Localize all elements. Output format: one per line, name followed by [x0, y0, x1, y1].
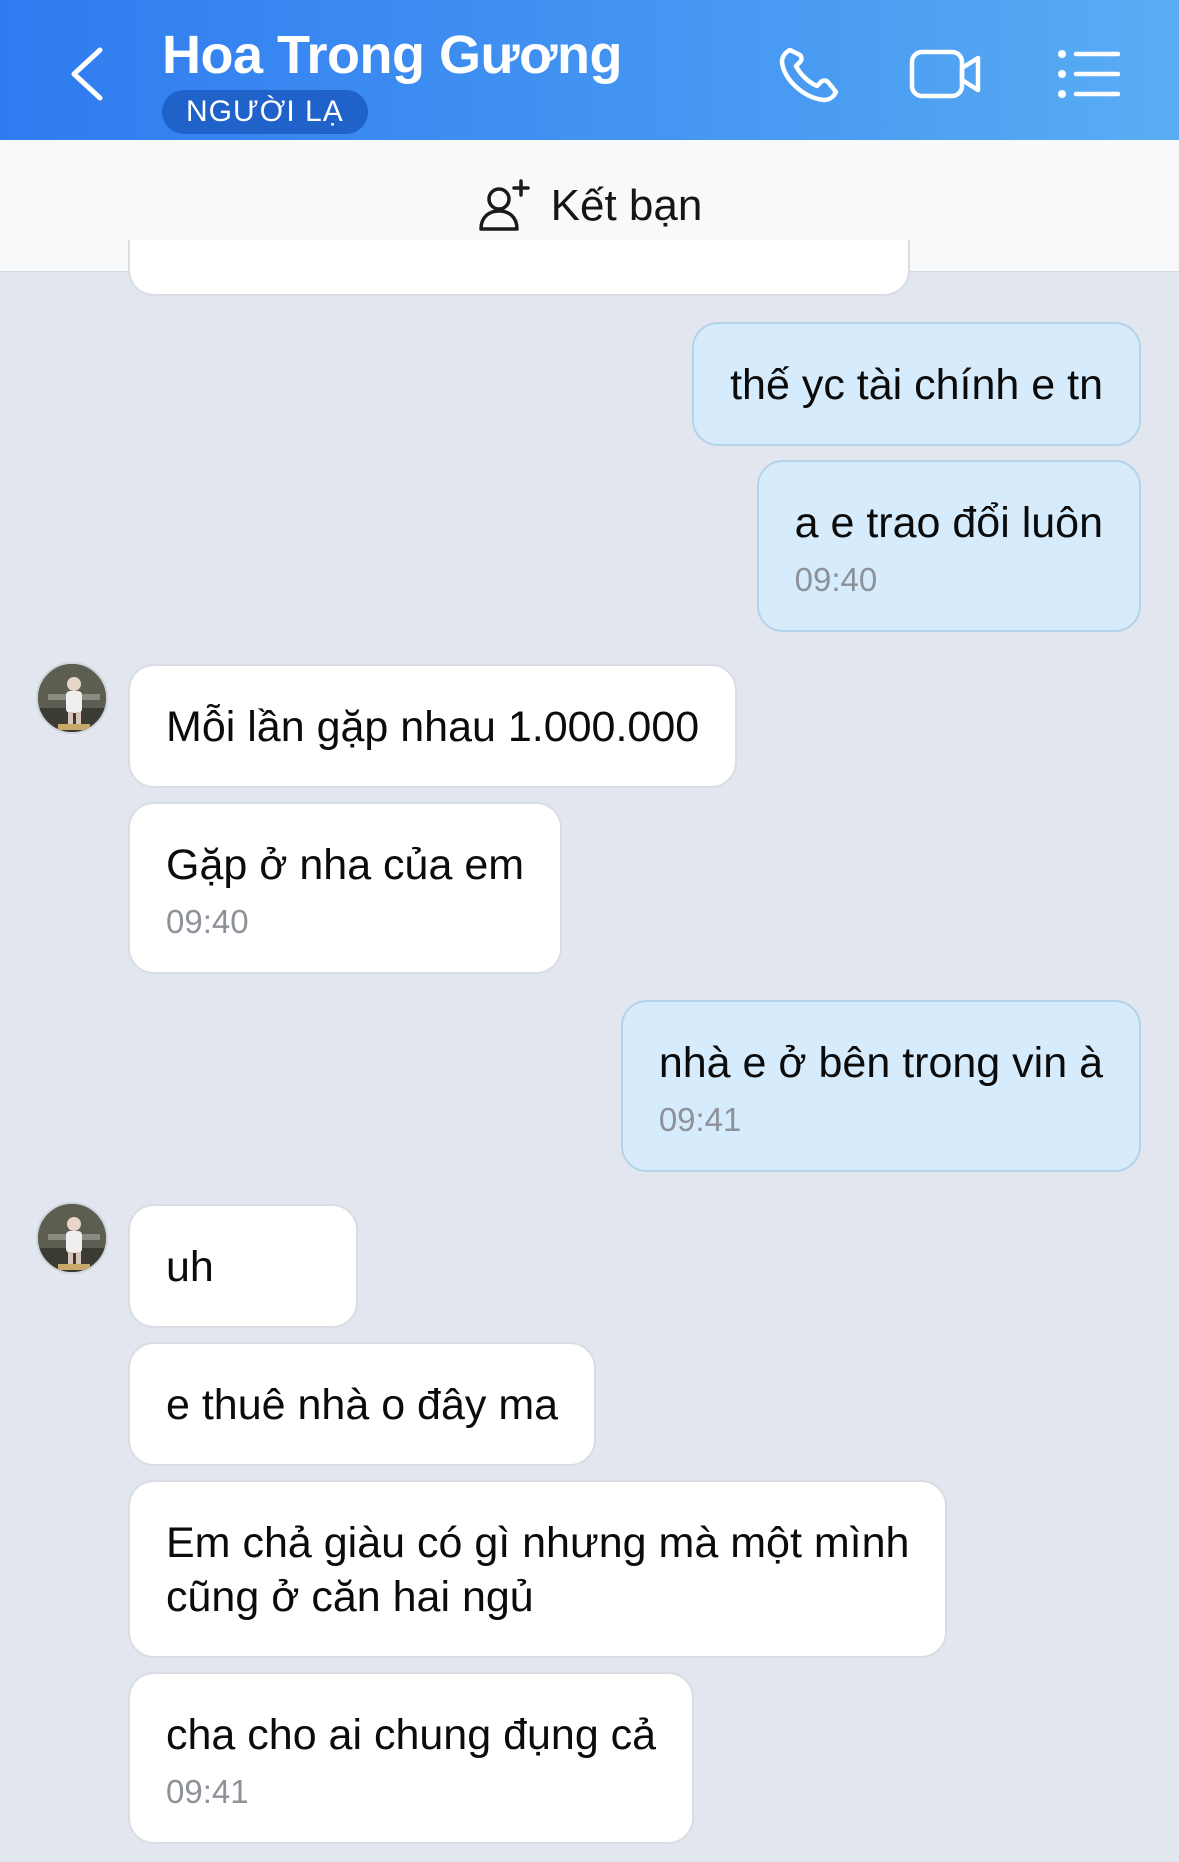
- clipped-message-bubble: [128, 240, 910, 296]
- contact-title-block[interactable]: Hoa Trong Gương NGƯỜI LẠ: [162, 20, 622, 134]
- message-text: nhà e ở bên trong vin à: [658, 1039, 1103, 1087]
- message-time: 09:41: [658, 1101, 742, 1138]
- avatar-photo: [38, 664, 106, 732]
- message-text: thế yc tài chính e tn: [730, 361, 1103, 409]
- back-button[interactable]: [60, 40, 120, 108]
- message-bubble-incoming[interactable]: e thuê nhà o đây ma: [128, 1342, 597, 1466]
- video-call-button[interactable]: [908, 42, 981, 106]
- message-bubble-incoming[interactable]: Em chả giàu có gì nhưng mà một mình cũng…: [128, 1480, 948, 1658]
- message-bubble-incoming[interactable]: Mỗi lần gặp nhau 1.000.000: [128, 664, 738, 788]
- message-bubble-outgoing[interactable]: a e trao đổi luôn 09:40: [756, 460, 1141, 632]
- list-menu-icon: [1058, 50, 1121, 98]
- contact-name[interactable]: Hoa Trong Gương: [162, 20, 622, 90]
- message-text-line-2: cũng ở căn hai ngủ: [166, 1573, 534, 1621]
- message-bubble-incoming[interactable]: cha cho ai chung đụng cả 09:41: [128, 1672, 695, 1844]
- message-text: cha cho ai chung đụng cả: [166, 1711, 657, 1759]
- message-bubble-outgoing[interactable]: nhà e ở bên trong vin à 09:41: [620, 1000, 1141, 1172]
- message-text: Em chả giàu có gì nhưng mà một mình: [166, 1519, 910, 1567]
- avatar-photo: [38, 1204, 106, 1272]
- message-text: e thuê nhà o đây ma: [166, 1381, 559, 1429]
- message-time: 09:40: [794, 561, 878, 598]
- contact-avatar[interactable]: [36, 1202, 108, 1274]
- video-camera-icon: [909, 49, 981, 99]
- message-text: Gặp ở nha của em: [166, 841, 525, 889]
- options-menu-button[interactable]: [1054, 42, 1124, 106]
- phone-icon: [779, 47, 839, 103]
- message-bubble-incoming[interactable]: uh: [128, 1204, 358, 1328]
- add-friend-button[interactable]: Kết bạn: [477, 177, 703, 235]
- call-button[interactable]: [776, 42, 846, 106]
- contact-avatar[interactable]: [36, 662, 108, 734]
- add-friend-label: Kết bạn: [550, 180, 703, 230]
- message-time: 09:41: [166, 1773, 249, 1810]
- message-time: 09:40: [166, 903, 249, 940]
- message-text: Mỗi lần gặp nhau 1.000.000: [166, 703, 700, 751]
- message-bubble-incoming[interactable]: Gặp ở nha của em 09:40: [128, 802, 563, 974]
- message-bubble-outgoing[interactable]: thế yc tài chính e tn: [692, 322, 1141, 446]
- message-text: uh: [166, 1243, 214, 1291]
- message-text: a e trao đổi luôn: [794, 499, 1103, 547]
- chevron-left-icon: [71, 47, 103, 101]
- stranger-badge: NGƯỜI LẠ: [162, 90, 368, 134]
- add-person-icon: [478, 178, 530, 231]
- chat-header: Hoa Trong Gương NGƯỜI LẠ: [0, 0, 1179, 140]
